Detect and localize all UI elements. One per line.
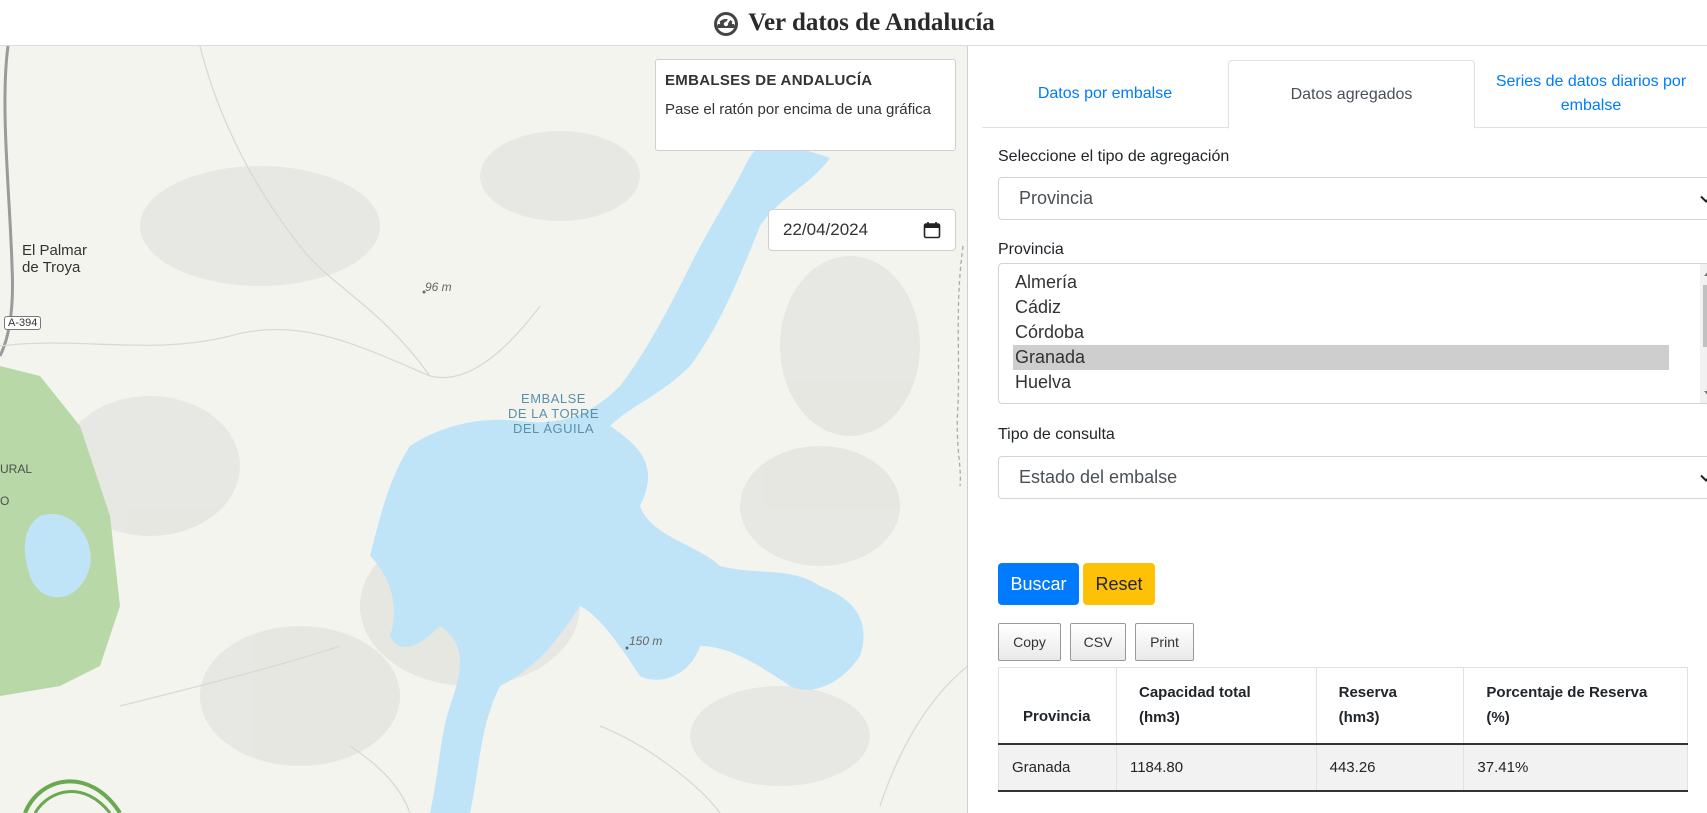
date-input[interactable]: 22/04/2024 xyxy=(768,209,956,251)
province-listbox[interactable]: Almería Cádiz Córdoba Granada Huelva xyxy=(998,263,1707,404)
map-label-elevation-2: 150 m xyxy=(629,634,663,648)
column-header-capacidad[interactable]: Capacidad total (hm3) xyxy=(1115,667,1317,745)
road-shield: A-394 xyxy=(4,316,42,330)
copy-button[interactable]: Copy xyxy=(998,623,1061,661)
column-header-reserva[interactable]: Reserva (hm3) xyxy=(1315,667,1465,745)
aggregation-select[interactable]: Provincia xyxy=(998,177,1707,220)
chevron-down-icon xyxy=(1700,474,1707,482)
reset-button[interactable]: Reset xyxy=(1083,563,1155,605)
map-label-town-line2: de Troya xyxy=(22,259,81,276)
info-box-title: EMBALSES DE ANDALUCÍA xyxy=(665,72,873,89)
tab-bar: Datos por embalse Datos agregados Series… xyxy=(982,60,1707,129)
province-option[interactable]: Córdoba xyxy=(1013,320,1669,345)
map-label-town: El Palmar de Troya xyxy=(22,242,87,276)
page-title-text: Ver datos de Andalucía xyxy=(748,8,995,36)
aggregation-select-value: Provincia xyxy=(1019,188,1094,208)
tab-datos-por-embalse[interactable]: Datos por embalse xyxy=(982,60,1228,128)
map-label-edge-2: O xyxy=(0,494,10,508)
cell-reserva: 443.26 xyxy=(1315,743,1465,792)
map-tiles[interactable] xyxy=(0,46,968,813)
map-label-reservoir: EMBALSE DE LA TORRE DEL ÁGUILA xyxy=(508,391,599,436)
map-label-town-line1: El Palmar xyxy=(22,242,88,259)
csv-button[interactable]: CSV xyxy=(1070,623,1126,661)
cell-provincia: Granada xyxy=(998,743,1117,792)
cell-capacidad: 1184.80 xyxy=(1115,743,1317,792)
reservoir-line-1: EMBALSE xyxy=(521,391,586,406)
tab-datos-agregados[interactable]: Datos agregados xyxy=(1228,60,1475,129)
results-table: Provincia Capacidad total (hm3) Reserva … xyxy=(998,667,1688,792)
map-label-edge-1: URAL xyxy=(0,462,33,476)
info-box-hint: Pase el ratón por encima de una gráfica xyxy=(665,101,931,118)
query-type-label: Tipo de consulta xyxy=(998,426,1115,443)
chevron-down-icon xyxy=(1700,195,1707,203)
query-panel: Datos por embalse Datos agregados Series… xyxy=(982,46,1707,813)
province-label: Provincia xyxy=(998,241,1064,258)
map-label-elevation-1: 96 m xyxy=(425,280,452,294)
query-type-select[interactable]: Estado del embalse xyxy=(998,456,1707,499)
tab-series-diarios[interactable]: Series de datos diarios por embalse xyxy=(1475,60,1707,128)
province-option[interactable]: Huelva xyxy=(1013,370,1669,395)
reservoir-line-2: DE LA TORRE xyxy=(508,406,599,421)
scroll-thumb[interactable] xyxy=(1703,285,1707,347)
info-box: EMBALSES DE ANDALUCÍA Pase el ratón por … xyxy=(655,59,956,151)
province-option[interactable]: Cádiz xyxy=(1013,295,1669,320)
tachometer-icon xyxy=(714,11,739,36)
table-row: Granada 1184.80 443.26 37.41% xyxy=(998,743,1688,792)
column-header-porcentaje[interactable]: Porcentaje de Reserva (%) xyxy=(1463,667,1688,745)
column-header-provincia[interactable]: Provincia xyxy=(998,667,1117,745)
query-type-select-value: Estado del embalse xyxy=(1019,467,1178,487)
page-header: Ver datos de Andalucía xyxy=(0,0,1707,46)
calendar-icon[interactable] xyxy=(923,221,941,239)
date-input-value: 22/04/2024 xyxy=(783,220,869,239)
province-option[interactable]: Almería xyxy=(1013,270,1669,295)
table-header-row: Provincia Capacidad total (hm3) Reserva … xyxy=(998,667,1688,745)
cell-porcentaje: 37.41% xyxy=(1463,743,1688,792)
print-button[interactable]: Print xyxy=(1135,623,1194,661)
province-option-selected[interactable]: Granada xyxy=(1013,345,1669,370)
page-title: Ver datos de Andalucía xyxy=(712,9,995,37)
aggregation-label: Seleccione el tipo de agregación xyxy=(998,148,1230,165)
buscar-button[interactable]: Buscar xyxy=(998,563,1079,605)
reservoir-line-3: DEL ÁGUILA xyxy=(512,421,595,436)
listbox-scrollbar[interactable] xyxy=(1700,264,1707,403)
map-view[interactable]: El Palmar de Troya A-394 EMBALSE DE LA T… xyxy=(0,46,968,813)
